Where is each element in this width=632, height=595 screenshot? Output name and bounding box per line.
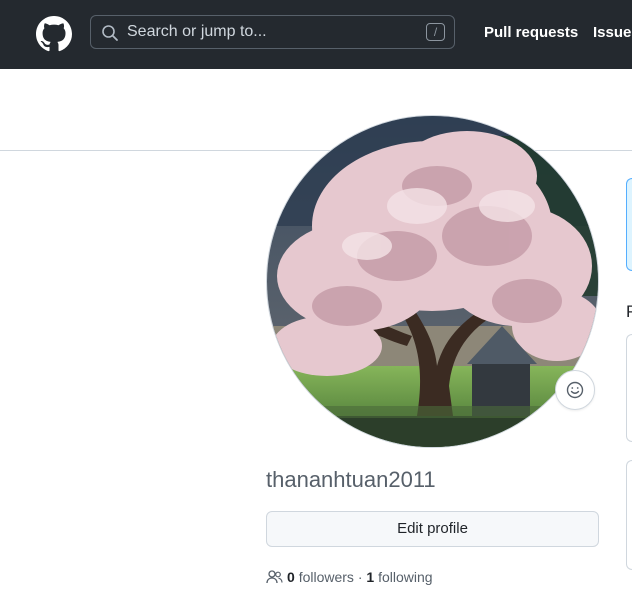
pinned-card[interactable] <box>626 334 632 442</box>
followers-link[interactable]: 0 followers <box>287 569 354 585</box>
header: / Pull requests Issues <box>0 0 632 69</box>
nav-issues[interactable]: Issues <box>593 24 632 41</box>
edit-profile-button[interactable]: Edit profile <box>266 511 599 547</box>
followers-count: 0 <box>287 569 295 585</box>
avatar-image <box>267 116 598 447</box>
pinned-card[interactable] <box>626 460 632 570</box>
search-box[interactable]: / <box>90 15 455 49</box>
people-icon <box>266 570 283 584</box>
info-banner <box>626 178 632 271</box>
slash-shortcut-badge: / <box>426 23 445 41</box>
github-logo-icon[interactable] <box>36 16 72 52</box>
follow-stats: 0 followers · 1 following <box>266 569 433 587</box>
followers-label: followers <box>298 569 354 585</box>
following-label: following <box>378 569 433 585</box>
following-link[interactable]: 1 following <box>366 569 432 585</box>
set-status-button[interactable] <box>555 370 595 410</box>
profile-username: thananhtuan2011 <box>266 467 436 492</box>
following-count: 1 <box>366 569 375 585</box>
section-heading-partial: P <box>626 302 632 321</box>
smiley-icon <box>566 381 584 399</box>
nav-pull-requests[interactable]: Pull requests <box>484 24 578 41</box>
tabs-divider <box>0 150 632 151</box>
search-input[interactable] <box>127 16 417 48</box>
profile-avatar[interactable] <box>266 115 599 448</box>
search-icon <box>102 25 118 41</box>
follow-separator: · <box>357 569 363 585</box>
